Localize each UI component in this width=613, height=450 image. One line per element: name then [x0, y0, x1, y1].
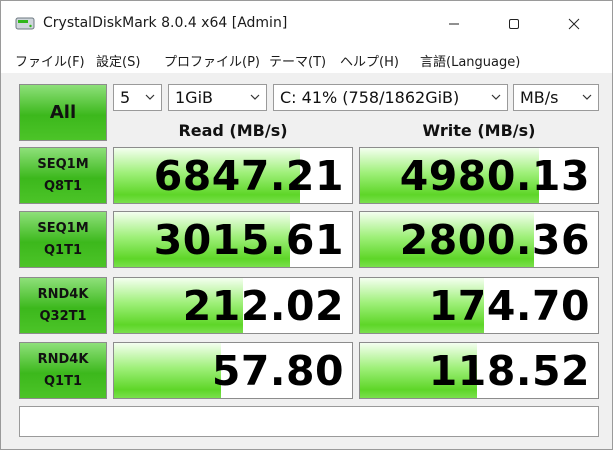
read-value: 212.02: [182, 282, 344, 330]
test-label-line2: Q8T1: [43, 178, 82, 194]
menu-file[interactable]: ファイル(F): [15, 51, 85, 70]
chevron-down-icon: [582, 94, 592, 100]
write-result-cell: 2800.36: [359, 211, 599, 268]
read-result-cell: 6847.21: [113, 147, 353, 204]
title-bar[interactable]: CrystalDiskMark 8.0.4 x64 [Admin]: [1, 1, 612, 45]
minimize-icon: [449, 23, 459, 25]
read-value: 57.80: [211, 347, 344, 395]
test-label-line1: RND4K: [37, 351, 89, 367]
close-button[interactable]: [551, 1, 597, 45]
read-value: 6847.21: [153, 152, 344, 200]
test-size-select[interactable]: 1GiB: [168, 84, 267, 111]
run-all-button[interactable]: All: [19, 84, 107, 141]
write-column-header: Write (MB/s): [422, 121, 536, 140]
read-value: 3015.61: [153, 216, 344, 264]
write-result-cell: 174.70: [359, 277, 599, 334]
test-count-value: 5: [120, 88, 131, 107]
menu-bar: ファイル(F) 設定(S) プロファイル(P) テーマ(T) ヘルプ(H) 言語…: [1, 45, 612, 73]
chevron-down-icon: [491, 94, 501, 100]
test-label-line2: Q1T1: [43, 242, 82, 258]
read-result-cell: 212.02: [113, 277, 353, 334]
read-result-cell: 57.80: [113, 342, 353, 399]
test-button-seq1m-q8t1[interactable]: SEQ1M Q8T1: [19, 147, 107, 204]
write-value: 174.70: [428, 282, 590, 330]
unit-select[interactable]: MB/s: [513, 84, 599, 111]
test-label-line1: RND4K: [37, 286, 89, 302]
menu-settings[interactable]: 設定(S): [96, 51, 140, 70]
test-button-seq1m-q1t1[interactable]: SEQ1M Q1T1: [19, 211, 107, 268]
menu-help[interactable]: ヘルプ(H): [340, 51, 399, 70]
write-value: 2800.36: [399, 216, 590, 264]
read-bar: [114, 343, 222, 398]
read-result-cell: 3015.61: [113, 211, 353, 268]
comment-field[interactable]: [19, 406, 599, 437]
chevron-down-icon: [250, 94, 260, 100]
test-label-line1: SEQ1M: [37, 220, 89, 236]
disk-app-icon: [15, 17, 35, 30]
unit-value: MB/s: [520, 88, 559, 107]
maximize-icon: [509, 19, 519, 29]
minimize-button[interactable]: [431, 1, 477, 45]
test-label-line1: SEQ1M: [37, 156, 89, 172]
app-window: CrystalDiskMark 8.0.4 x64 [Admin] ファイル(F…: [0, 0, 613, 450]
close-icon: [568, 18, 580, 30]
test-label-line2: Q1T1: [43, 373, 82, 389]
test-size-value: 1GiB: [175, 88, 213, 107]
test-button-rnd4k-q32t1[interactable]: RND4K Q32T1: [19, 277, 107, 334]
write-result-cell: 118.52: [359, 342, 599, 399]
read-column-header: Read (MB/s): [178, 121, 288, 140]
maximize-button[interactable]: [491, 1, 537, 45]
write-result-cell: 4980.13: [359, 147, 599, 204]
test-label-line2: Q32T1: [39, 308, 87, 324]
drive-select[interactable]: C: 41% (758/1862GiB): [273, 84, 508, 111]
menu-theme[interactable]: テーマ(T): [269, 51, 326, 70]
chevron-down-icon: [145, 94, 155, 100]
test-count-select[interactable]: 5: [113, 84, 162, 111]
write-value: 4980.13: [399, 152, 590, 200]
menu-profile[interactable]: プロファイル(P): [164, 51, 260, 70]
window-title: CrystalDiskMark 8.0.4 x64 [Admin]: [43, 15, 288, 31]
test-button-rnd4k-q1t1[interactable]: RND4K Q1T1: [19, 342, 107, 399]
write-value: 118.52: [428, 347, 590, 395]
drive-value: C: 41% (758/1862GiB): [280, 88, 460, 107]
menu-language[interactable]: 言語(Language): [420, 51, 520, 70]
